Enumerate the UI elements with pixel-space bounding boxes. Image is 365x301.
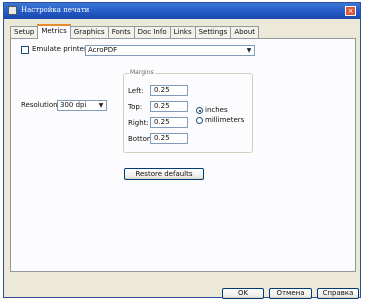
window-title: Настройка печати — [21, 6, 90, 14]
tab-fonts[interactable]: Fonts — [107, 26, 135, 38]
resolution-select-value: 300 dpi — [60, 101, 87, 109]
tab-about[interactable]: About — [230, 26, 260, 38]
emulate-printer-label: Emulate printer: — [32, 45, 90, 53]
tab-settings[interactable]: Settings — [194, 26, 232, 38]
margin-top-label: Top: — [128, 103, 143, 111]
printer-icon — [8, 6, 17, 15]
printer-select-value: AcroPDF — [88, 46, 118, 54]
margin-bottom-field[interactable]: 0.25 — [150, 133, 188, 144]
printer-select[interactable]: AcroPDF ▼ — [85, 45, 255, 56]
restore-defaults-button[interactable]: Restore defaults — [124, 168, 204, 180]
chevron-down-icon: ▼ — [98, 102, 104, 109]
chevron-down-icon: ▼ — [246, 47, 252, 54]
margins-group-title: Margins — [129, 69, 155, 76]
cancel-button[interactable]: Отмена — [269, 288, 312, 299]
tab-links[interactable]: Links — [169, 26, 196, 38]
metrics-panel: Emulate printer: AcroPDF ▼ Resolution: 3… — [10, 38, 356, 272]
tab-doc-info[interactable]: Doc Info — [133, 26, 171, 38]
resolution-select[interactable]: 300 dpi ▼ — [57, 100, 107, 111]
emulate-printer-checkbox[interactable] — [21, 46, 29, 54]
margin-right-field[interactable]: 0.25 — [150, 117, 188, 128]
tab-metrics[interactable]: Metrics — [37, 24, 71, 39]
title-bar[interactable]: Настройка печати × — [4, 3, 360, 19]
inches-label: inches — [205, 106, 228, 114]
help-button[interactable]: Справка — [317, 288, 359, 299]
ok-button[interactable]: OK — [222, 288, 264, 299]
resolution-label: Resolution: — [21, 101, 60, 109]
margin-right-label: Right: — [128, 119, 149, 127]
print-settings-window: Настройка печати × Setup Metrics Graphic… — [3, 2, 361, 299]
tab-graphics[interactable]: Graphics — [69, 26, 109, 38]
margin-left-field[interactable]: 0.25 — [150, 85, 188, 96]
close-icon[interactable]: × — [345, 6, 356, 16]
millimeters-label: millimeters — [205, 116, 245, 124]
tab-strip: Setup Metrics Graphics Fonts Doc Info Li… — [10, 24, 260, 39]
margins-group: Margins Left: 0.25 Top: 0.25 Right: 0.25… — [123, 69, 253, 153]
millimeters-radio[interactable] — [196, 117, 203, 124]
radio-selected-dot — [198, 109, 201, 112]
inches-radio[interactable] — [196, 107, 203, 114]
tab-setup[interactable]: Setup — [10, 26, 39, 38]
margin-top-field[interactable]: 0.25 — [150, 101, 188, 112]
margin-left-label: Left: — [128, 87, 144, 95]
